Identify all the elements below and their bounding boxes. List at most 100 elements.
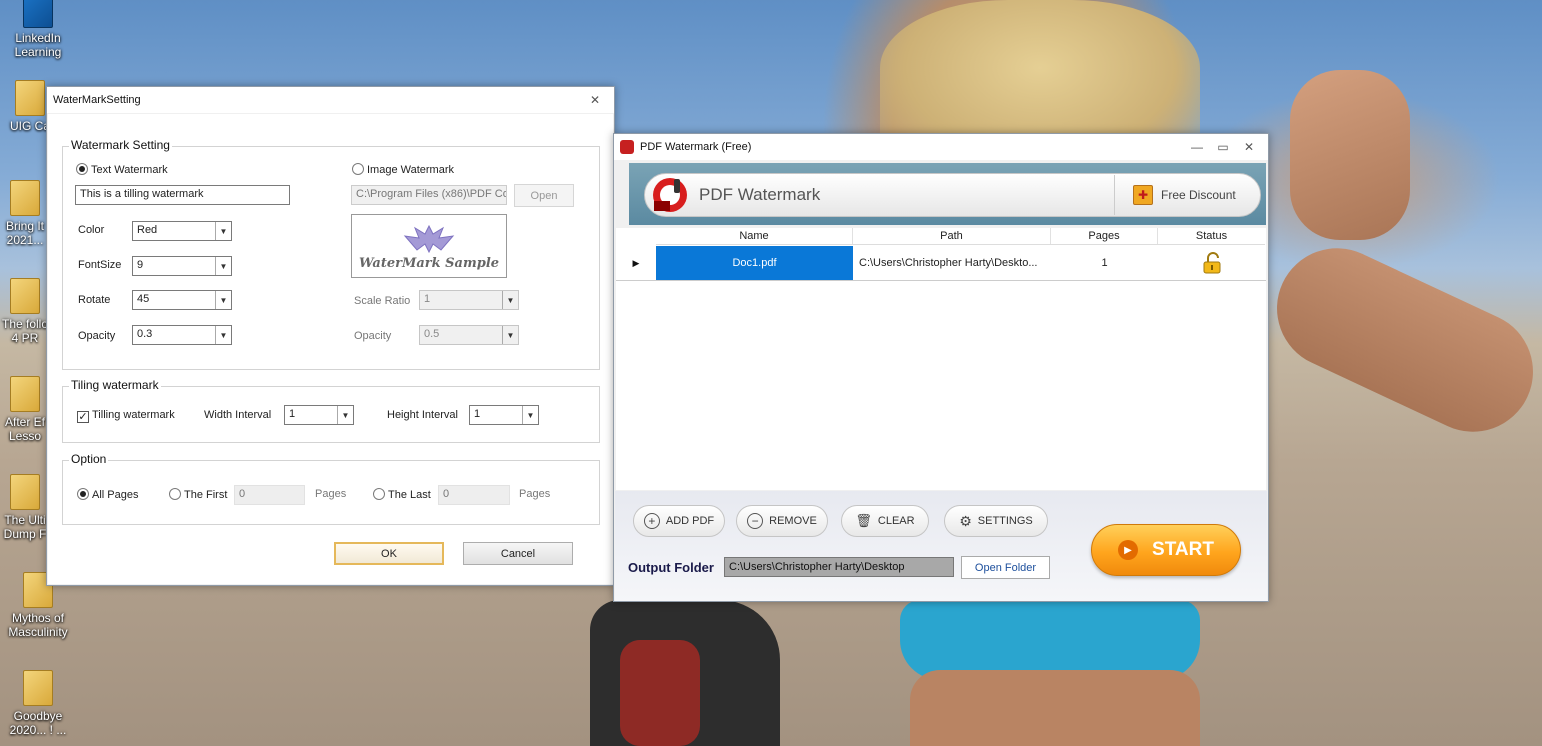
start-button[interactable]: ▶ START — [1091, 524, 1241, 576]
chevron-down-icon: ▼ — [502, 291, 518, 309]
chevron-down-icon: ▼ — [215, 222, 231, 240]
chevron-down-icon: ▼ — [337, 406, 353, 424]
background-photo-thumb — [1290, 70, 1410, 240]
maximize-icon[interactable]: ▭ — [1210, 138, 1236, 156]
height-interval-label: Height Interval — [387, 409, 458, 421]
image-opacity-select[interactable]: 0.5 ▼ — [419, 325, 519, 345]
table-row[interactable]: ▶ Doc1.pdf C:\Users\Christopher Harty\De… — [616, 246, 1266, 281]
pdf-file-table: Name Path Pages Status ▶ Doc1.pdf C:\Use… — [616, 228, 1266, 490]
radio-selected-icon — [77, 488, 89, 500]
desktop-icon-after-effects[interactable]: After Ef Lesso — [0, 376, 50, 443]
ok-button[interactable]: OK — [334, 542, 444, 565]
output-folder-label: Output Folder — [628, 560, 714, 575]
output-folder-input[interactable]: C:\Users\Christopher Harty\Desktop — [724, 557, 954, 577]
last-pages-input[interactable]: 0 — [438, 485, 510, 505]
first-pages-input[interactable]: 0 — [234, 485, 305, 505]
radio-icon — [373, 488, 385, 500]
background-photo-bag-red — [620, 640, 700, 746]
folder-icon — [23, 670, 53, 706]
gear-icon: ⚙ — [959, 512, 972, 529]
pages-label-1: Pages — [315, 488, 347, 500]
opacity-select[interactable]: 0.3 ▼ — [132, 325, 232, 345]
image-watermark-radio[interactable]: Image Watermark — [352, 163, 454, 176]
image-path-input[interactable]: C:\Program Files (x86)\PDF Co — [351, 185, 507, 205]
cell-name[interactable]: Doc1.pdf — [656, 246, 853, 280]
radio-icon — [169, 488, 181, 500]
cell-pages: 1 — [1101, 257, 1108, 269]
pdf-watermark-window: PDF Watermark (Free) — ▭ ✕ PDF Watermark… — [613, 133, 1269, 602]
desktop-icon-the-follo[interactable]: The follo 4 PR — [0, 278, 50, 345]
dialog-titlebar: WaterMarkSetting ✕ — [47, 87, 614, 113]
minimize-icon[interactable]: — — [1184, 138, 1210, 156]
add-pdf-button[interactable]: + ADD PDF — [633, 505, 725, 537]
close-icon[interactable]: ✕ — [1236, 138, 1262, 156]
desktop-icon-the-ultimate[interactable]: The Ulti Dump F — [0, 474, 50, 541]
watermark-text-input[interactable]: This is a tilling watermark — [75, 185, 290, 205]
unlocked-icon — [1203, 252, 1220, 274]
background-photo-shirt — [900, 600, 1200, 680]
desktop-icon-linkedin-learning[interactable]: LinkedIn Learning — [0, 0, 76, 59]
chevron-down-icon: ▼ — [215, 326, 231, 344]
pdf-stamp-logo-icon — [645, 173, 695, 217]
bat-logo-icon — [403, 224, 455, 253]
rotate-label: Rotate — [78, 294, 111, 306]
chevron-down-icon: ▼ — [522, 406, 538, 424]
linkedin-learning-icon — [23, 0, 53, 28]
watermark-sample-preview: WaterMark Sample — [351, 214, 507, 278]
free-discount-button[interactable]: ✚ Free Discount — [1115, 185, 1260, 205]
desktop-icon-goodbye[interactable]: Goodbye 2020... ! ... — [0, 670, 76, 737]
chevron-down-icon: ▼ — [502, 326, 518, 344]
radio-icon — [352, 163, 364, 175]
scale-ratio-select[interactable]: 1 ▼ — [419, 290, 519, 310]
column-header-status[interactable]: Status — [1158, 228, 1265, 244]
folder-icon — [10, 278, 40, 314]
cell-path: C:\Users\Christopher Harty\Deskto... — [859, 257, 1038, 269]
tilling-watermark-checkbox[interactable]: ✓ Tilling watermark — [77, 409, 175, 423]
table-header: Name Path Pages Status — [656, 228, 1265, 245]
scale-ratio-label: Scale Ratio — [354, 295, 411, 307]
banner-title: PDF Watermark — [699, 185, 821, 204]
plus-circle-icon: + — [643, 513, 660, 529]
opacity-label: Opacity — [78, 330, 116, 342]
width-interval-select[interactable]: 1 ▼ — [284, 405, 354, 425]
height-interval-select[interactable]: 1 ▼ — [469, 405, 539, 425]
group-label-tiling: Tiling watermark — [69, 378, 161, 392]
checkmark-icon: ✓ — [77, 411, 89, 423]
window-title: PDF Watermark (Free) — [640, 141, 752, 153]
color-select[interactable]: Red ▼ — [132, 221, 232, 241]
background-photo-torso — [910, 670, 1200, 746]
column-header-name[interactable]: Name — [656, 228, 853, 244]
all-pages-radio[interactable]: All Pages — [77, 488, 138, 501]
rotate-select[interactable]: 45 ▼ — [132, 290, 232, 310]
gift-icon: ✚ — [1133, 185, 1153, 205]
fontsize-select[interactable]: 9 ▼ — [132, 256, 232, 276]
open-image-button[interactable]: Open — [514, 184, 574, 207]
trash-icon: 🗑 — [855, 513, 872, 528]
pdf-file-icon — [15, 80, 45, 116]
desktop-icon-bring-it[interactable]: Bring It 2021... — [0, 180, 50, 247]
clear-button[interactable]: 🗑 CLEAR — [841, 505, 929, 537]
header-banner: PDF Watermark ✚ Free Discount — [629, 163, 1266, 225]
folder-icon — [10, 180, 40, 216]
bottom-toolbar: + ADD PDF − REMOVE 🗑 CLEAR ⚙ SETTINGS Output… — [615, 491, 1267, 601]
fontsize-label: FontSize — [78, 259, 122, 271]
the-last-radio[interactable]: The Last — [373, 488, 431, 501]
window-titlebar: PDF Watermark (Free) — ▭ ✕ — [614, 134, 1268, 160]
play-icon: ▶ — [1118, 540, 1139, 560]
settings-button[interactable]: ⚙ SETTINGS — [944, 505, 1048, 537]
watermark-setting-dialog: WaterMarkSetting ✕ Watermark Setting Tex… — [46, 86, 615, 586]
open-folder-button[interactable]: Open Folder — [961, 556, 1050, 579]
the-first-radio[interactable]: The First — [169, 488, 227, 501]
background-photo-arm — [1257, 228, 1542, 452]
color-label: Color — [78, 224, 105, 236]
row-indicator-icon: ▶ — [632, 257, 640, 268]
app-icon — [620, 140, 634, 154]
text-watermark-radio[interactable]: Text Watermark — [76, 163, 168, 176]
remove-button[interactable]: − REMOVE — [736, 505, 828, 537]
close-icon[interactable]: ✕ — [582, 91, 608, 109]
group-label-option: Option — [69, 452, 109, 466]
column-header-path[interactable]: Path — [853, 228, 1051, 244]
column-header-pages[interactable]: Pages — [1051, 228, 1158, 244]
radio-selected-icon — [76, 163, 88, 175]
cancel-button[interactable]: Cancel — [463, 542, 573, 565]
